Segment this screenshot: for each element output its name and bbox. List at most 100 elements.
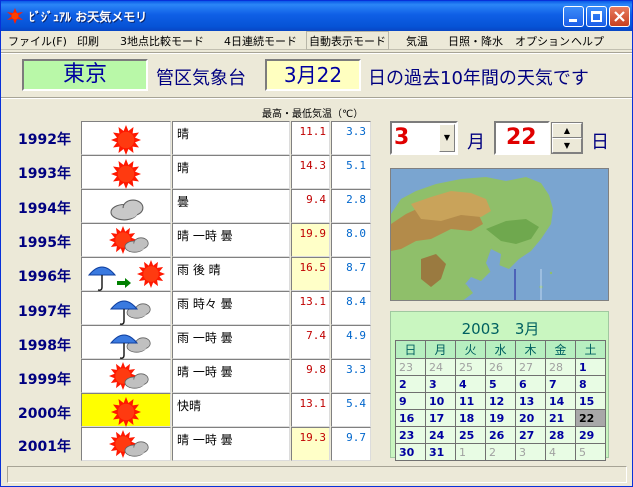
high-temp: 11.1	[291, 121, 330, 155]
minimize-button[interactable]	[563, 6, 584, 27]
weather-icon-cell	[81, 359, 171, 393]
calendar-day[interactable]: 27	[515, 426, 546, 444]
calendar-day[interactable]: 24	[425, 358, 456, 376]
calendar-day[interactable]: 25	[455, 358, 486, 376]
weather-icon-cell	[81, 427, 171, 461]
high-temp: 13.1	[291, 393, 330, 427]
year-label: 2000年	[18, 406, 71, 422]
high-temp: 13.1	[291, 291, 330, 325]
menu-3point-compare[interactable]: 3地点比較モード	[120, 33, 204, 49]
calendar-day[interactable]: 16	[395, 409, 426, 427]
weather-description: 雨 時々 曇	[172, 291, 290, 325]
weather-description: 快晴	[172, 393, 290, 427]
menu-options[interactable]: オプション	[515, 33, 570, 49]
calendar-day[interactable]: 19	[485, 409, 516, 427]
weather-icon-cell	[81, 223, 171, 257]
weather-description: 晴 一時 曇	[172, 359, 290, 393]
calendar-day[interactable]: 29	[575, 426, 606, 444]
low-temp: 3.3	[331, 121, 371, 155]
menu-auto-display[interactable]: 自動表示モード	[306, 31, 389, 50]
calendar-day[interactable]: 3	[515, 443, 546, 461]
calendar-day[interactable]: 6	[515, 375, 546, 393]
calendar-day[interactable]: 15	[575, 392, 606, 410]
calendar-day[interactable]: 1	[455, 443, 486, 461]
calendar-day[interactable]: 23	[395, 426, 426, 444]
calendar-day[interactable]: 24	[425, 426, 456, 444]
calendar-day[interactable]: 2	[395, 375, 426, 393]
calendar-day[interactable]: 20	[515, 409, 546, 427]
calendar-day[interactable]: 25	[455, 426, 486, 444]
year-label: 1992年	[18, 132, 71, 148]
calendar-day[interactable]: 10	[425, 392, 456, 410]
calendar-day[interactable]: 23	[395, 358, 426, 376]
year-label: 1994年	[18, 201, 71, 217]
weather-icon-cell	[81, 189, 171, 223]
weekday-header: 日	[395, 340, 426, 359]
weather-description: 晴 一時 曇	[172, 223, 290, 257]
calendar-day[interactable]: 12	[485, 392, 516, 410]
menu-help[interactable]: ヘルプ	[571, 33, 604, 49]
calendar-day[interactable]: 28	[545, 358, 576, 376]
day-down-button[interactable]: ▼	[552, 138, 582, 153]
calendar-day[interactable]: 7	[545, 375, 576, 393]
calendar-day[interactable]: 18	[455, 409, 486, 427]
calendar-day[interactable]: 28	[545, 426, 576, 444]
calendar-day[interactable]: 2	[485, 443, 516, 461]
menu-4day-mode[interactable]: 4日連続モード	[224, 33, 297, 49]
calendar-day[interactable]: 27	[515, 358, 546, 376]
year-label: 1999年	[18, 372, 71, 388]
month-dropdown-button[interactable]: ▼	[439, 124, 455, 152]
low-temp: 3.3	[331, 359, 371, 393]
month-value: 3	[394, 125, 410, 150]
kanto-map	[390, 168, 609, 301]
calendar-day[interactable]: 14	[545, 392, 576, 410]
calendar-day[interactable]: 21	[545, 409, 576, 427]
weather-icon-cell	[81, 121, 171, 155]
calendar-day[interactable]: 30	[395, 443, 426, 461]
title-bar[interactable]: ﾋﾞｼﾞｭｱﾙ お天気メモリ	[1, 1, 632, 31]
day-input[interactable]: 22	[494, 121, 550, 155]
calendar-day[interactable]: 3	[425, 375, 456, 393]
clear-sun-icon	[83, 395, 171, 431]
menu-sunshine-rain[interactable]: 日照・降水	[448, 33, 503, 49]
weather-description: 曇	[172, 189, 290, 223]
year-label: 2001年	[18, 439, 71, 455]
month-select[interactable]: 3 ▼	[390, 121, 458, 155]
calendar-day[interactable]: 8	[575, 375, 606, 393]
weather-description: 晴	[172, 121, 290, 155]
calendar-day[interactable]: 17	[425, 409, 456, 427]
menu-temperature[interactable]: 気温	[406, 33, 428, 49]
date-display: 3月22	[265, 59, 361, 91]
calendar-grid: 日月火水木金土 23 24 25 26 27 28 1 2 3 4 5 6 7 8 9 10 11 12 13 14 15…	[395, 340, 606, 461]
calendar-day[interactable]: 5	[485, 375, 516, 393]
day-up-button[interactable]: ▲	[552, 123, 582, 138]
calendar-day[interactable]: 26	[485, 358, 516, 376]
high-temp: 9.8	[291, 359, 330, 393]
calendar-title: 2003 3月	[461, 320, 540, 338]
weather-description: 雨 後 晴	[172, 257, 290, 291]
weather-icon-cell	[81, 393, 171, 427]
weekday-header: 木	[515, 340, 546, 359]
calendar-day[interactable]: 31	[425, 443, 456, 461]
menu-file[interactable]: ファイル(F)	[8, 33, 67, 49]
close-button[interactable]	[609, 6, 630, 27]
calendar-day[interactable]: 4	[545, 443, 576, 461]
day-spinner[interactable]: ▲ ▼	[551, 122, 583, 154]
calendar-day[interactable]: 26	[485, 426, 516, 444]
weather-row: 晴 一時 曇 19.9 8.0	[81, 223, 372, 257]
high-temp: 16.5	[291, 257, 330, 291]
maximize-button[interactable]	[586, 6, 607, 27]
menu-print[interactable]: 印刷	[77, 33, 99, 49]
calendar-day[interactable]: 9	[395, 392, 426, 410]
year-label: 1997年	[18, 304, 71, 320]
weather-icon-cell	[81, 155, 171, 189]
calendar-day[interactable]: 13	[515, 392, 546, 410]
app-window: ﾋﾞｼﾞｭｱﾙ お天気メモリ ファイル(F) 印刷 3地点比較モード 4日連続モ…	[0, 0, 633, 487]
calendar-day[interactable]: 1	[575, 358, 606, 376]
calendar-day[interactable]: 4	[455, 375, 486, 393]
calendar-day[interactable]: 11	[455, 392, 486, 410]
weather-description: 晴 一時 曇	[172, 427, 290, 461]
high-temp: 19.9	[291, 223, 330, 257]
calendar-day[interactable]: 5	[575, 443, 606, 461]
calendar-day[interactable]: 22	[575, 409, 606, 427]
